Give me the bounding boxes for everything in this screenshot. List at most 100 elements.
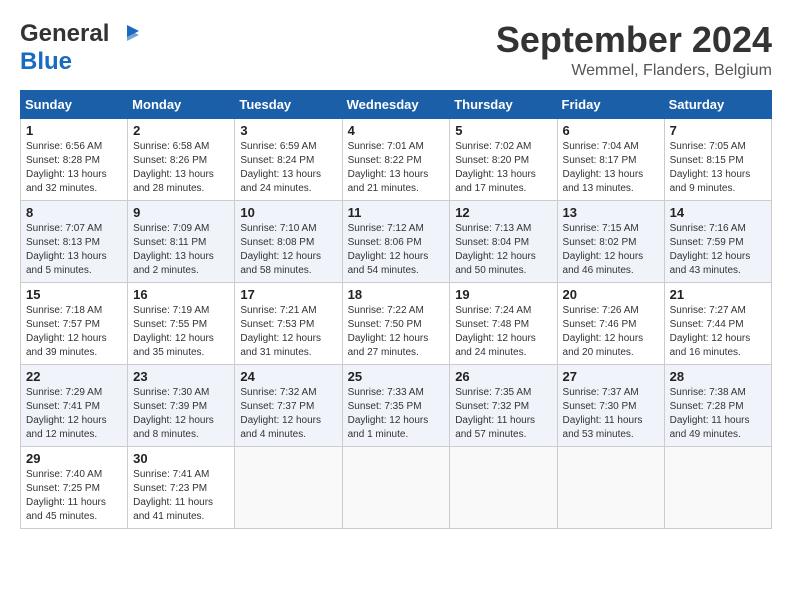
logo-flag-icon	[113, 23, 141, 45]
day-info: Sunrise: 7:22 AMSunset: 7:50 PMDaylight:…	[348, 304, 445, 360]
col-saturday: Saturday	[664, 90, 771, 118]
day-info: Sunrise: 7:01 AMSunset: 8:22 PMDaylight:…	[348, 140, 445, 196]
logo-blue: Blue	[20, 48, 72, 75]
day-number: 20	[563, 287, 659, 302]
table-cell	[235, 446, 342, 528]
day-info: Sunrise: 7:33 AMSunset: 7:35 PMDaylight:…	[348, 386, 445, 442]
day-number: 3	[240, 123, 336, 138]
day-number: 14	[670, 205, 766, 220]
day-number: 10	[240, 205, 336, 220]
day-info: Sunrise: 7:16 AMSunset: 7:59 PMDaylight:…	[670, 222, 766, 278]
title-block: September 2024 Wemmel, Flanders, Belgium	[496, 20, 772, 80]
table-cell: 28Sunrise: 7:38 AMSunset: 7:28 PMDayligh…	[664, 364, 771, 446]
table-cell: 20 Sunrise: 7:26 AMSunset: 7:46 PMDayligh…	[557, 282, 664, 364]
table-cell	[664, 446, 771, 528]
day-info: Sunrise: 7:29 AMSunset: 7:41 PMDaylight:…	[26, 386, 122, 442]
col-thursday: Thursday	[450, 90, 557, 118]
table-cell: 27Sunrise: 7:37 AMSunset: 7:30 PMDayligh…	[557, 364, 664, 446]
day-info: Sunrise: 7:24 AMSunset: 7:48 PMDaylight:…	[455, 304, 551, 360]
day-number: 7	[670, 123, 766, 138]
day-number: 25	[348, 369, 445, 384]
table-cell: 22 Sunrise: 7:29 AMSunset: 7:41 PMDayligh…	[21, 364, 128, 446]
day-info: Sunrise: 7:07 AMSunset: 8:13 PMDaylight:…	[26, 222, 122, 278]
table-cell: 9 Sunrise: 7:09 AMSunset: 8:11 PMDaylight…	[128, 200, 235, 282]
table-cell: 15Sunrise: 7:18 AMSunset: 7:57 PMDayligh…	[21, 282, 128, 364]
week-row-5: 29Sunrise: 7:40 AMSunset: 7:25 PMDayligh…	[21, 446, 772, 528]
table-cell: 3Sunrise: 6:59 AMSunset: 8:24 PMDaylight…	[235, 118, 342, 200]
day-number: 17	[240, 287, 336, 302]
day-info: Sunrise: 7:26 AMSunset: 7:46 PMDaylight:…	[563, 304, 659, 360]
day-number: 24	[240, 369, 336, 384]
calendar-header-row: Sunday Monday Tuesday Wednesday Thursday…	[21, 90, 772, 118]
day-number: 4	[348, 123, 445, 138]
day-number: 30	[133, 451, 229, 466]
table-cell: 21 Sunrise: 7:27 AMSunset: 7:44 PMDayligh…	[664, 282, 771, 364]
week-row-4: 22 Sunrise: 7:29 AMSunset: 7:41 PMDayligh…	[21, 364, 772, 446]
day-number: 13	[563, 205, 659, 220]
table-cell: 10Sunrise: 7:10 AMSunset: 8:08 PMDayligh…	[235, 200, 342, 282]
table-cell: 13 Sunrise: 7:15 AMSunset: 8:02 PMDayligh…	[557, 200, 664, 282]
day-number: 11	[348, 205, 445, 220]
week-row-3: 15Sunrise: 7:18 AMSunset: 7:57 PMDayligh…	[21, 282, 772, 364]
day-info: Sunrise: 7:41 AMSunset: 7:23 PMDaylight:…	[133, 468, 229, 524]
day-info: Sunrise: 7:13 AMSunset: 8:04 PMDaylight:…	[455, 222, 551, 278]
table-cell: 1 Sunrise: 6:56 AMSunset: 8:28 PMDaylight…	[21, 118, 128, 200]
day-info: Sunrise: 7:19 AMSunset: 7:55 PMDaylight:…	[133, 304, 229, 360]
week-row-2: 8 Sunrise: 7:07 AMSunset: 8:13 PMDaylight…	[21, 200, 772, 282]
day-number: 8	[26, 205, 122, 220]
day-number: 1	[26, 123, 122, 138]
day-number: 19	[455, 287, 551, 302]
day-number: 16	[133, 287, 229, 302]
day-info: Sunrise: 7:21 AMSunset: 7:53 PMDaylight:…	[240, 304, 336, 360]
col-monday: Monday	[128, 90, 235, 118]
day-info: Sunrise: 7:37 AMSunset: 7:30 PMDaylight:…	[563, 386, 659, 442]
day-number: 21	[670, 287, 766, 302]
day-number: 2	[133, 123, 229, 138]
day-info: Sunrise: 6:58 AMSunset: 8:26 PMDaylight:…	[133, 140, 229, 196]
day-info: Sunrise: 7:04 AMSunset: 8:17 PMDaylight:…	[563, 140, 659, 196]
day-number: 5	[455, 123, 551, 138]
table-cell: 17 Sunrise: 7:21 AMSunset: 7:53 PMDayligh…	[235, 282, 342, 364]
day-number: 26	[455, 369, 551, 384]
day-info: Sunrise: 7:09 AMSunset: 8:11 PMDaylight:…	[133, 222, 229, 278]
day-number: 28	[670, 369, 766, 384]
table-cell: 24 Sunrise: 7:32 AMSunset: 7:37 PMDayligh…	[235, 364, 342, 446]
table-cell: 23Sunrise: 7:30 AMSunset: 7:39 PMDayligh…	[128, 364, 235, 446]
table-cell: 16 Sunrise: 7:19 AMSunset: 7:55 PMDayligh…	[128, 282, 235, 364]
day-number: 22	[26, 369, 122, 384]
table-cell: 14 Sunrise: 7:16 AMSunset: 7:59 PMDayligh…	[664, 200, 771, 282]
day-number: 9	[133, 205, 229, 220]
table-cell: 12 Sunrise: 7:13 AMSunset: 8:04 PMDayligh…	[450, 200, 557, 282]
day-info: Sunrise: 7:32 AMSunset: 7:37 PMDaylight:…	[240, 386, 336, 442]
table-cell: 4 Sunrise: 7:01 AMSunset: 8:22 PMDaylight…	[342, 118, 450, 200]
table-cell: 19 Sunrise: 7:24 AMSunset: 7:48 PMDayligh…	[450, 282, 557, 364]
day-info: Sunrise: 7:02 AMSunset: 8:20 PMDaylight:…	[455, 140, 551, 196]
table-cell: 18Sunrise: 7:22 AMSunset: 7:50 PMDayligh…	[342, 282, 450, 364]
table-cell	[557, 446, 664, 528]
day-info: Sunrise: 7:15 AMSunset: 8:02 PMDaylight:…	[563, 222, 659, 278]
table-cell: 26Sunrise: 7:35 AMSunset: 7:32 PMDayligh…	[450, 364, 557, 446]
day-info: Sunrise: 6:56 AMSunset: 8:28 PMDaylight:…	[26, 140, 122, 196]
day-info: Sunrise: 7:27 AMSunset: 7:44 PMDaylight:…	[670, 304, 766, 360]
table-cell: 6 Sunrise: 7:04 AMSunset: 8:17 PMDaylight…	[557, 118, 664, 200]
month-title: September 2024	[496, 20, 772, 60]
day-number: 12	[455, 205, 551, 220]
calendar-table: Sunday Monday Tuesday Wednesday Thursday…	[20, 90, 772, 529]
table-cell: 7 Sunrise: 7:05 AMSunset: 8:15 PMDaylight…	[664, 118, 771, 200]
location-title: Wemmel, Flanders, Belgium	[496, 62, 772, 80]
col-wednesday: Wednesday	[342, 90, 450, 118]
col-tuesday: Tuesday	[235, 90, 342, 118]
col-sunday: Sunday	[21, 90, 128, 118]
table-cell: 8 Sunrise: 7:07 AMSunset: 8:13 PMDaylight…	[21, 200, 128, 282]
table-cell	[342, 446, 450, 528]
logo: General Blue	[20, 20, 141, 76]
table-cell: 2 Sunrise: 6:58 AMSunset: 8:26 PMDaylight…	[128, 118, 235, 200]
table-cell: 30 Sunrise: 7:41 AMSunset: 7:23 PMDayligh…	[128, 446, 235, 528]
day-info: Sunrise: 7:05 AMSunset: 8:15 PMDaylight:…	[670, 140, 766, 196]
page-header: General Blue September 2024 Wemmel, Flan…	[20, 20, 772, 80]
week-row-1: 1 Sunrise: 6:56 AMSunset: 8:28 PMDaylight…	[21, 118, 772, 200]
day-number: 29	[26, 451, 122, 466]
day-number: 23	[133, 369, 229, 384]
day-number: 6	[563, 123, 659, 138]
table-cell: 11Sunrise: 7:12 AMSunset: 8:06 PMDayligh…	[342, 200, 450, 282]
